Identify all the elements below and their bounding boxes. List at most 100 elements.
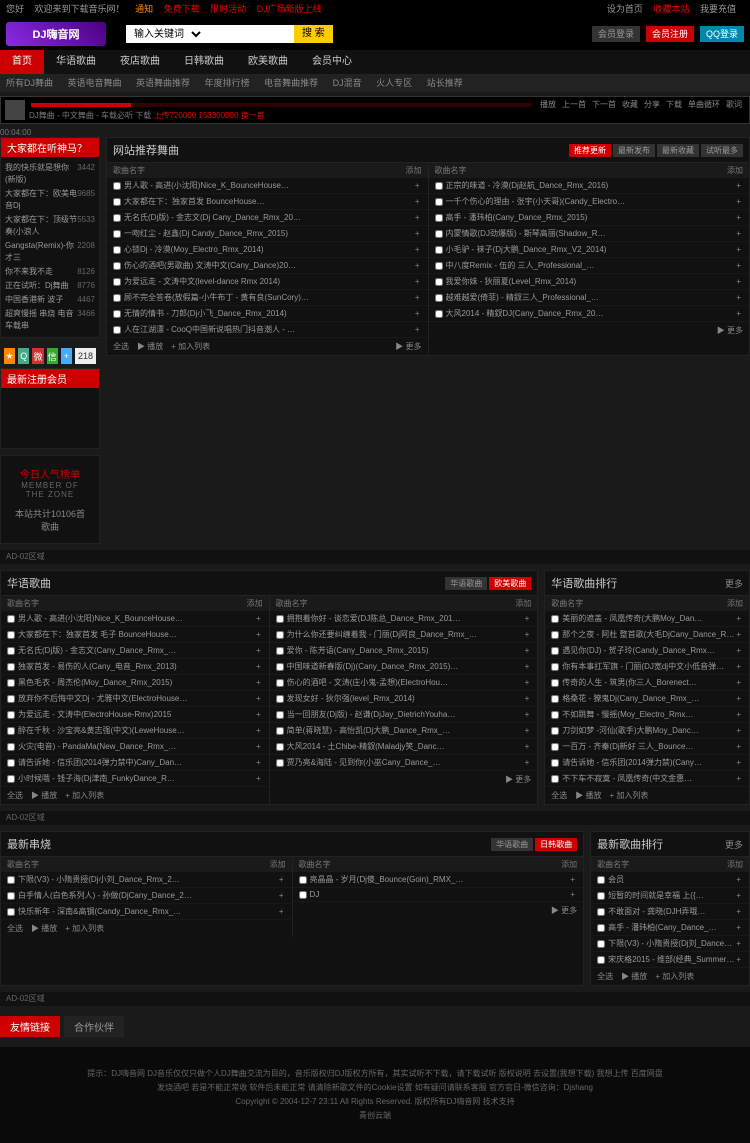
hot-item[interactable]: 我的快乐就是想你(新版)3442: [5, 161, 95, 187]
add-icon[interactable]: +: [254, 694, 263, 703]
track-checkbox[interactable]: [7, 631, 15, 639]
track-name[interactable]: 快乐新年 - 深南&高钢(Candy_Dance_Rmx_…: [18, 906, 277, 917]
track-name[interactable]: 无情的情书 - 刀郎(Dj小飞_Dance_Rmx_2014): [124, 308, 413, 319]
track-row[interactable]: 白手情人(白色系列人) - 孙做(DjCany_Dance_2…+: [1, 888, 292, 904]
nav-jk[interactable]: 日韩歌曲: [172, 50, 236, 74]
track-row[interactable]: 越难越爱(倚菲) - 精釵三人_Professional_…+: [429, 290, 750, 306]
track-name[interactable]: 大家都在下：独家首发 毛子 BounceHouse…: [18, 629, 254, 640]
nav-home[interactable]: 首页: [0, 50, 44, 74]
track-row[interactable]: 贾乃亮&海陆 - 见到你(小巫Cany_Dance_…+: [270, 755, 538, 771]
add-icon[interactable]: +: [413, 229, 422, 238]
track-row[interactable]: 你有本事扛军旗 - 门丽(DJ宽dj中文小低音弹…+: [545, 659, 749, 675]
add-icon[interactable]: +: [734, 614, 743, 623]
track-checkbox[interactable]: [597, 908, 605, 916]
track-row[interactable]: 我爱你妹 - 狄丽夏(Level_Rmx_2014)+: [429, 274, 750, 290]
add-icon[interactable]: +: [734, 875, 743, 884]
add-icon[interactable]: +: [277, 875, 286, 884]
site-logo[interactable]: DJ嗨音网: [6, 22, 106, 46]
track-row[interactable]: 大家都在下：独家首发 BounceHouse…+: [107, 194, 428, 210]
add-icon[interactable]: +: [254, 678, 263, 687]
add-icon[interactable]: +: [523, 726, 532, 735]
add-icon[interactable]: +: [523, 710, 532, 719]
track-name[interactable]: 男人歌 - 高进(小沈阳)Nice_K_BounceHouse…: [18, 613, 254, 624]
add-icon[interactable]: +: [413, 293, 422, 302]
track-name[interactable]: 发现女好 - 狄尔强(level_Rmx_2014): [287, 693, 523, 704]
track-row[interactable]: 黑色毛衣 - 周杰伦(Moy_Dance_Rmx_2015)+: [1, 675, 269, 691]
add-icon[interactable]: +: [568, 890, 577, 899]
track-name[interactable]: DJ: [310, 890, 569, 899]
track-row[interactable]: 一吻红尘 - 赵鑫(Dj Candy_Dance_Rmx_2015)+: [107, 226, 428, 242]
hot-item[interactable]: 你不来我不走8126: [5, 265, 95, 279]
track-name[interactable]: 为爱远走 - 文涛中文(level-dance Rmx 2014): [124, 276, 413, 287]
add-icon[interactable]: +: [734, 742, 743, 751]
weibo-icon[interactable]: 微: [32, 348, 43, 364]
nav-club[interactable]: 夜店歌曲: [108, 50, 172, 74]
add-icon[interactable]: +: [734, 309, 743, 318]
add-icon[interactable]: +: [734, 630, 743, 639]
add-sel[interactable]: + 加入列表: [171, 341, 210, 352]
track-checkbox[interactable]: [113, 326, 121, 334]
set-homepage[interactable]: 设为首页: [607, 4, 643, 14]
track-row[interactable]: 无名氏(Dj版) - 金志文(Cany_Dance_Rmx_…+: [1, 643, 269, 659]
add-icon[interactable]: +: [254, 630, 263, 639]
add-icon[interactable]: +: [734, 710, 743, 719]
loop-button[interactable]: 单曲循环: [685, 99, 723, 110]
track-name[interactable]: 大风2014 - 精釵DJ(Cany_Dance_Rmx_20…: [446, 308, 735, 319]
login-button[interactable]: 会员登录: [592, 26, 640, 42]
track-checkbox[interactable]: [435, 294, 443, 302]
add-icon[interactable]: +: [277, 907, 286, 916]
track-checkbox[interactable]: [435, 310, 443, 318]
lyric-button[interactable]: 歌词: [723, 99, 745, 110]
track-checkbox[interactable]: [435, 246, 443, 254]
track-checkbox[interactable]: [276, 695, 284, 703]
track-checkbox[interactable]: [7, 663, 15, 671]
track-row[interactable]: 传奇的人生 - 筑男(你三人_Borenect…+: [545, 675, 749, 691]
friend-links-tab[interactable]: 友情链接: [0, 1016, 60, 1037]
add-icon[interactable]: +: [734, 293, 743, 302]
track-row[interactable]: 伤心的酒吧(男歌曲) 文涛中文(Cany_Dance)20…+: [107, 258, 428, 274]
register-button[interactable]: 会员注册: [646, 26, 694, 42]
track-name[interactable]: 短暂的时间就是幸福 上({…: [608, 890, 734, 901]
track-row[interactable]: 美丽的遮盖 - 凤凰传奇(大鹏Moy_Dan…+: [545, 611, 749, 627]
track-row[interactable]: 人在江湖漂 - CooQ中国新说唱热门抖音潮人 - …+: [107, 322, 428, 338]
track-row[interactable]: 一千个伤心的理由 - 张宇(小天哥)(Candy_Electro…+: [429, 194, 750, 210]
track-checkbox[interactable]: [7, 759, 15, 767]
track-row[interactable]: 请告诉她 - 信乐团(2014弹力禁)(Cany…+: [545, 755, 749, 771]
track-checkbox[interactable]: [551, 631, 559, 639]
track-row[interactable]: 为爱远走 - 文涛中文(level-dance Rmx 2014)+: [107, 274, 428, 290]
track-name[interactable]: 我爱你妹 - 狄丽夏(Level_Rmx_2014): [446, 276, 735, 287]
track-name[interactable]: 高手 - 潘玮柏(Cany_Dance_…: [608, 922, 734, 933]
track-checkbox[interactable]: [276, 663, 284, 671]
add-icon[interactable]: +: [734, 939, 743, 948]
track-checkbox[interactable]: [276, 743, 284, 751]
track-checkbox[interactable]: [276, 711, 284, 719]
track-name[interactable]: 不如跳舞 - 慢摇(Moy_Electro_Rmx…: [562, 709, 734, 720]
add-icon[interactable]: +: [413, 325, 422, 334]
track-checkbox[interactable]: [435, 182, 443, 190]
track-row[interactable]: 无名氏(Dj版) - 金志文(Dj Cany_Dance_Rmx_20…+: [107, 210, 428, 226]
add-icon[interactable]: +: [254, 710, 263, 719]
track-checkbox[interactable]: [113, 230, 121, 238]
free-download-link[interactable]: 免费下载: [164, 4, 200, 14]
track-checkbox[interactable]: [551, 711, 559, 719]
track-checkbox[interactable]: [276, 631, 284, 639]
track-row[interactable]: 拥抱着你好 - 谈恋爱(DJ陈总_Dance_Rmx_201…+: [270, 611, 538, 627]
track-checkbox[interactable]: [597, 892, 605, 900]
search-button[interactable]: 搜 索: [294, 25, 333, 43]
track-row[interactable]: 快乐新年 - 深南&高钢(Candy_Dance_Rmx_…+: [1, 904, 292, 920]
hot-item[interactable]: 中国香港新 波子4467: [5, 293, 95, 307]
track-name[interactable]: 伤心的酒吧 - 文涛(庄小鬼-孟想)(ElectroHou…: [287, 677, 523, 688]
track-name[interactable]: 小毛驴 - 袜子(Dj大鹏_Dance_Rmx_V2_2014): [446, 244, 735, 255]
add-icon[interactable]: +: [734, 213, 743, 222]
track-checkbox[interactable]: [597, 940, 605, 948]
track-checkbox[interactable]: [113, 278, 121, 286]
qzone-icon[interactable]: Q: [18, 348, 29, 364]
track-name[interactable]: 一千个伤心的理由 - 张宇(小天哥)(Candy_Electro…: [446, 196, 735, 207]
hot-item[interactable]: 大家都在下：顶级节奏(小浪人5533: [5, 213, 95, 239]
add-icon[interactable]: +: [413, 309, 422, 318]
track-row[interactable]: 刀剑如梦 -河仙(歌手)大鹏Moy_Danc…+: [545, 723, 749, 739]
plus-icon[interactable]: +: [61, 348, 72, 364]
track-name[interactable]: 伤心的酒吧(男歌曲) 文涛中文(Cany_Dance)20…: [124, 260, 413, 271]
add-icon[interactable]: +: [734, 726, 743, 735]
track-checkbox[interactable]: [551, 615, 559, 623]
